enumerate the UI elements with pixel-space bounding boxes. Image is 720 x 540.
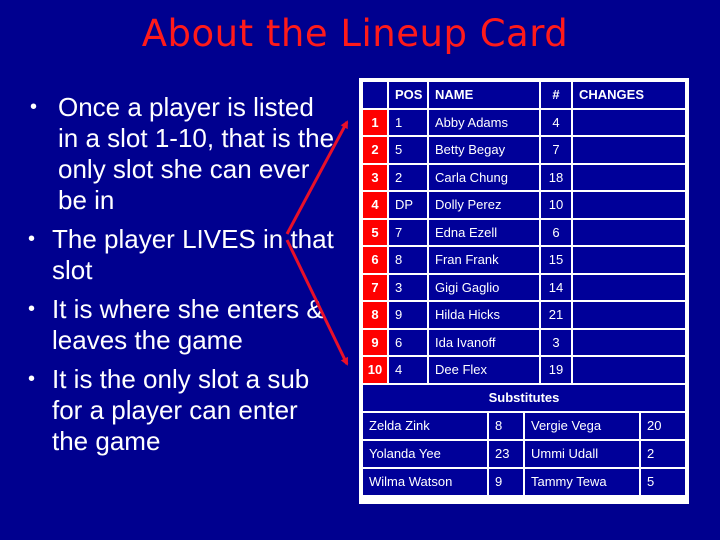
sub-number-cell: 9	[489, 468, 523, 495]
substitute-row: Zelda Zink 8 Vergie Vega 20	[363, 412, 685, 439]
lineup-table: POS NAME # CHANGES 1 1 Abby Adams 4 2 5 Betty …	[361, 80, 687, 385]
substitute-row: Wilma Watson 9 Tammy Tewa 5	[363, 468, 685, 495]
position-cell: 9	[389, 302, 427, 328]
player-name-cell: Fran Frank	[429, 247, 539, 273]
lineup-row: 5 7 Edna Ezell 6	[363, 219, 685, 245]
changes-cell[interactable]	[573, 329, 685, 355]
substitute-row: Yolanda Yee 23 Ummi Udall 2	[363, 440, 685, 467]
substitutes-heading: Substitutes	[363, 384, 685, 411]
bullet-item: • Once a player is listed in a slot 1-10…	[20, 92, 340, 216]
sub-number-cell: 23	[489, 440, 523, 467]
jersey-number-cell: 21	[541, 302, 571, 328]
player-name-cell: Ida Ivanoff	[429, 329, 539, 355]
position-cell: 4	[389, 357, 427, 383]
batting-slot: 4	[363, 192, 387, 218]
player-name-cell: Abby Adams	[429, 109, 539, 135]
bullet-text: The player LIVES in that slot	[52, 224, 334, 285]
changes-cell[interactable]	[573, 219, 685, 245]
bullet-text: Once a player is listed in a slot 1-10, …	[58, 92, 335, 215]
position-cell: 5	[389, 137, 427, 163]
changes-cell[interactable]	[573, 109, 685, 135]
batting-slot: 3	[363, 164, 387, 190]
sub-name-cell: Zelda Zink	[363, 412, 487, 439]
lineup-row: 4 DP Dolly Perez 10	[363, 192, 685, 218]
changes-cell[interactable]	[573, 274, 685, 300]
jersey-number-cell: 18	[541, 164, 571, 190]
jersey-number-cell: 4	[541, 109, 571, 135]
player-name-cell: Hilda Hicks	[429, 302, 539, 328]
position-cell: 1	[389, 109, 427, 135]
jersey-number-cell: 3	[541, 329, 571, 355]
player-name-cell: Gigi Gaglio	[429, 274, 539, 300]
sub-number-cell: 8	[489, 412, 523, 439]
position-cell: 3	[389, 274, 427, 300]
jersey-number-cell: 15	[541, 247, 571, 273]
lineup-row: 8 9 Hilda Hicks 21	[363, 302, 685, 328]
lineup-row: 9 6 Ida Ivanoff 3	[363, 329, 685, 355]
player-name-cell: Carla Chung	[429, 164, 539, 190]
changes-cell[interactable]	[573, 302, 685, 328]
player-name-cell: Dolly Perez	[429, 192, 539, 218]
player-name-cell: Dee Flex	[429, 357, 539, 383]
bullet-icon: •	[30, 96, 38, 118]
jersey-number-cell: 19	[541, 357, 571, 383]
batting-slot: 2	[363, 137, 387, 163]
lineup-card: POS NAME # CHANGES 1 1 Abby Adams 4 2 5 Betty …	[359, 78, 689, 504]
sub-number-cell: 20	[641, 412, 685, 439]
position-cell: 7	[389, 219, 427, 245]
lineup-header-row: POS NAME # CHANGES	[363, 82, 685, 108]
player-name-cell: Edna Ezell	[429, 219, 539, 245]
lineup-row: 2 5 Betty Begay 7	[363, 137, 685, 163]
substitutes-table: Substitutes Zelda Zink 8 Vergie Vega 20 Yola…	[361, 383, 687, 497]
lineup-row: 1 1 Abby Adams 4	[363, 109, 685, 135]
sub-number-cell: 2	[641, 440, 685, 467]
sub-name-cell: Vergie Vega	[525, 412, 639, 439]
lineup-row: 6 8 Fran Frank 15	[363, 247, 685, 273]
changes-cell[interactable]	[573, 137, 685, 163]
bullet-item: • It is where she enters & leaves the ga…	[20, 294, 340, 356]
sub-name-cell: Yolanda Yee	[363, 440, 487, 467]
bullet-text: It is where she enters & leaves the game	[52, 294, 324, 355]
batting-slot: 1	[363, 109, 387, 135]
header-pos: POS	[389, 82, 427, 108]
sub-name-cell: Wilma Watson	[363, 468, 487, 495]
changes-cell[interactable]	[573, 247, 685, 273]
bullet-item: • The player LIVES in that slot	[20, 224, 340, 286]
bullet-icon: •	[28, 368, 36, 390]
lineup-row: 3 2 Carla Chung 18	[363, 164, 685, 190]
batting-slot: 9	[363, 329, 387, 355]
changes-cell[interactable]	[573, 164, 685, 190]
sub-name-cell: Tammy Tewa	[525, 468, 639, 495]
bullet-list: • Once a player is listed in a slot 1-10…	[20, 92, 340, 465]
sub-name-cell: Ummi Udall	[525, 440, 639, 467]
jersey-number-cell: 7	[541, 137, 571, 163]
position-cell: DP	[389, 192, 427, 218]
batting-slot: 6	[363, 247, 387, 273]
position-cell: 2	[389, 164, 427, 190]
header-slot	[363, 82, 387, 108]
jersey-number-cell: 14	[541, 274, 571, 300]
jersey-number-cell: 6	[541, 219, 571, 245]
batting-slot: 5	[363, 219, 387, 245]
position-cell: 8	[389, 247, 427, 273]
changes-cell[interactable]	[573, 192, 685, 218]
batting-slot: 10	[363, 357, 387, 383]
player-name-cell: Betty Begay	[429, 137, 539, 163]
header-name: NAME	[429, 82, 539, 108]
header-number: #	[541, 82, 571, 108]
sub-number-cell: 5	[641, 468, 685, 495]
bullet-icon: •	[28, 298, 36, 320]
jersey-number-cell: 10	[541, 192, 571, 218]
lineup-row: 10 4 Dee Flex 19	[363, 357, 685, 383]
bullet-icon: •	[28, 228, 36, 250]
bullet-text: It is the only slot a sub for a player c…	[52, 364, 310, 456]
batting-slot: 8	[363, 302, 387, 328]
header-changes: CHANGES	[573, 82, 685, 108]
bullet-item: • It is the only slot a sub for a player…	[20, 364, 340, 457]
slide-title: About the Lineup Card	[141, 12, 569, 55]
changes-cell[interactable]	[573, 357, 685, 383]
lineup-row: 7 3 Gigi Gaglio 14	[363, 274, 685, 300]
position-cell: 6	[389, 329, 427, 355]
batting-slot: 7	[363, 274, 387, 300]
